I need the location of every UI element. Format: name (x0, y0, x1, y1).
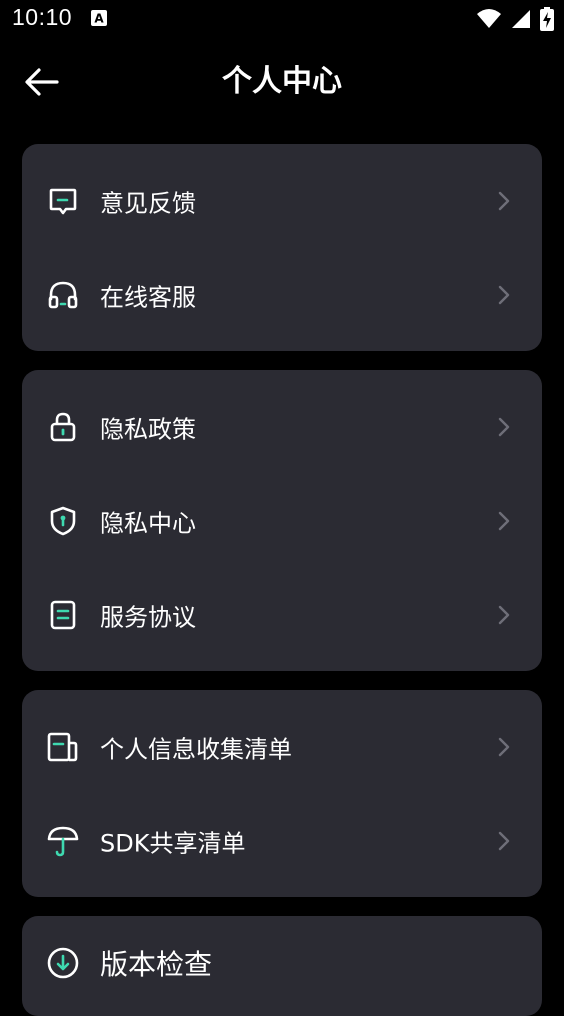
page-title: 个人中心 (222, 64, 342, 99)
signal-icon (512, 10, 530, 28)
menu-item-label: SDK共享清单 (100, 829, 246, 858)
battery-charging-icon (540, 7, 554, 31)
lock-icon (46, 410, 80, 444)
menu-item-feedback[interactable]: 意见反馈 (22, 154, 542, 248)
menu-item-personal-info-list[interactable]: 个人信息收集清单 (22, 700, 542, 794)
menu-item-privacy-policy[interactable]: 隐私政策 (22, 380, 542, 474)
feedback-icon (46, 184, 80, 218)
menu-item-service-agreement[interactable]: 服务协议 (22, 568, 542, 662)
svg-text:A: A (94, 12, 104, 26)
menu-group-privacy: 隐私政策 隐私中心 服务协议 (22, 370, 542, 671)
headset-icon (46, 278, 80, 312)
chevron-right-icon (498, 737, 510, 757)
menu-item-sdk-share-list[interactable]: SDK共享清单 (22, 794, 542, 888)
notification-a-icon: A (91, 10, 107, 26)
menu-item-label: 版本检查 (100, 948, 213, 981)
menu-item-label: 意见反馈 (100, 189, 196, 218)
menu-item-label: 在线客服 (100, 283, 196, 312)
menu-item-label: 隐私中心 (100, 509, 196, 538)
status-time: 10:10 (12, 4, 73, 30)
status-icons (476, 7, 554, 31)
info-list-icon (46, 730, 80, 764)
menu-item-label: 隐私政策 (100, 415, 196, 444)
umbrella-icon (46, 824, 80, 858)
menu-item-label: 个人信息收集清单 (100, 735, 292, 764)
download-circle-icon (46, 946, 80, 980)
chevron-right-icon (498, 511, 510, 531)
wifi-icon (477, 9, 501, 28)
menu-group-version: 版本检查 (22, 916, 542, 1016)
chevron-right-icon (498, 831, 510, 851)
chevron-right-icon (498, 285, 510, 305)
menu-group-data: 个人信息收集清单 SDK共享清单 (22, 690, 542, 897)
document-icon (46, 598, 80, 632)
status-bar: 10:10 A (0, 0, 564, 40)
menu-item-version-check[interactable]: 版本检查 (22, 916, 542, 1010)
shield-icon (46, 504, 80, 538)
menu-item-privacy-center[interactable]: 隐私中心 (22, 474, 542, 568)
chevron-right-icon (498, 417, 510, 437)
menu-group-support: 意见反馈 在线客服 (22, 144, 542, 351)
menu-item-online-service[interactable]: 在线客服 (22, 248, 542, 342)
header: 个人中心 (0, 52, 564, 112)
menu-item-label: 服务协议 (100, 603, 196, 632)
chevron-right-icon (498, 191, 510, 211)
chevron-right-icon (498, 605, 510, 625)
